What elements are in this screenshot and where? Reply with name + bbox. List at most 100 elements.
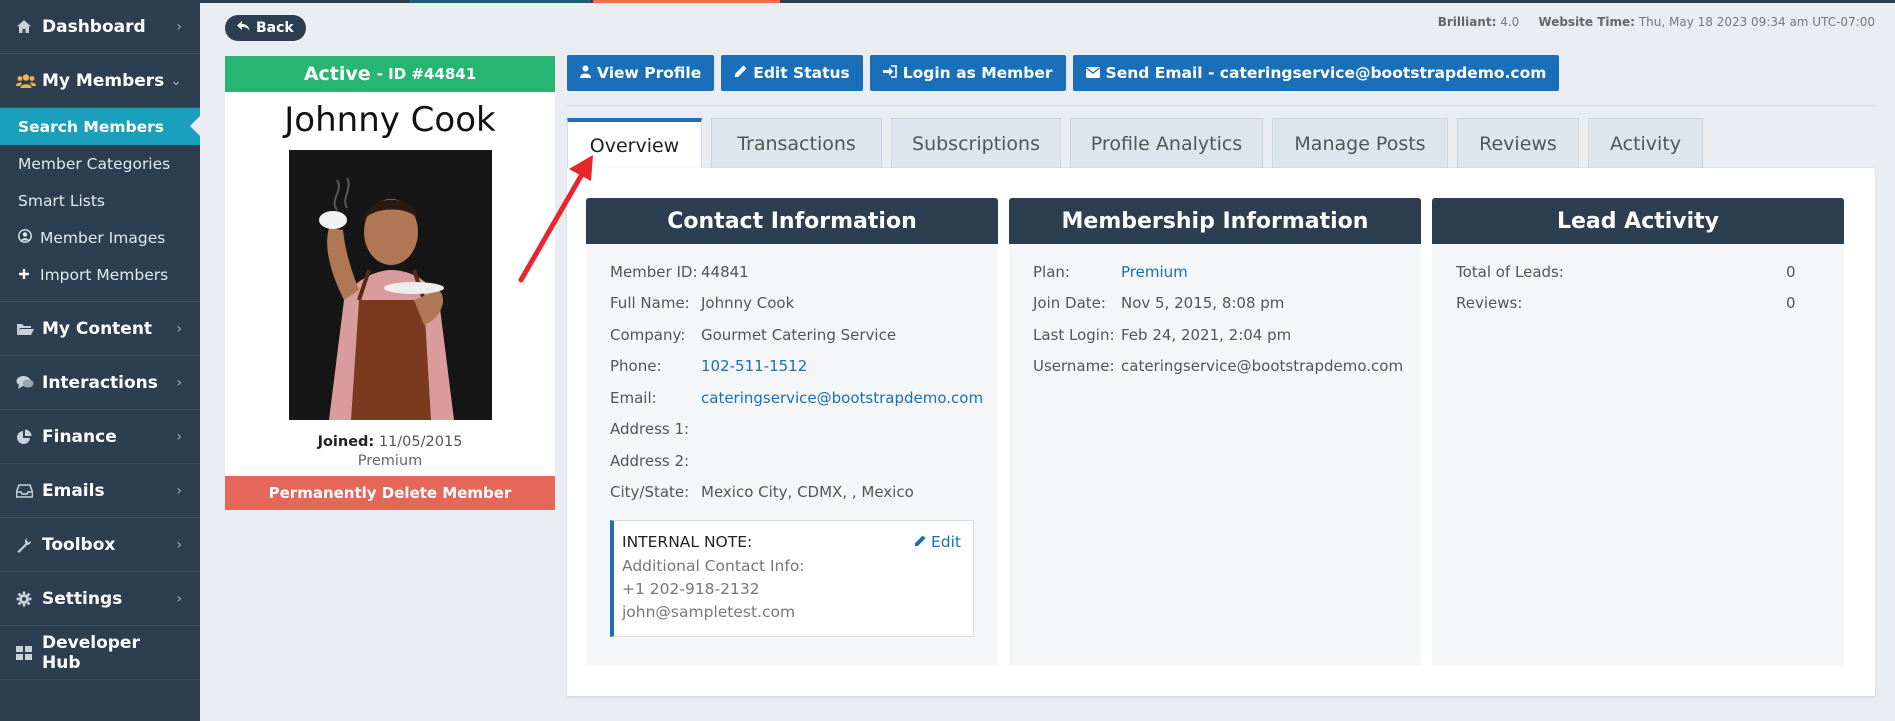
- folder-icon: [16, 322, 42, 336]
- sidebar-item-my-members[interactable]: My Members ⌄: [0, 54, 200, 108]
- phone-link[interactable]: 102-511-1512: [701, 357, 807, 375]
- info-row: Username: cateringservice@bootstrapdemo.c…: [1033, 351, 1403, 383]
- divider: [567, 105, 1875, 106]
- row-label: Full Name:: [610, 294, 690, 313]
- envelope-icon: [1085, 64, 1100, 82]
- sidebar-item-label: Finance: [42, 426, 117, 447]
- sidebar-item-label: Developer Hub: [42, 632, 140, 673]
- info-row: Plan: Premium: [1033, 256, 1397, 288]
- back-button[interactable]: Back: [225, 15, 306, 41]
- row-value: Mexico City, CDMX, , Mexico: [701, 483, 914, 502]
- joined-date: 11/05/2015: [378, 434, 463, 450]
- gear-icon: [16, 591, 42, 607]
- internal-note: INTERNAL NOTE: Edit Additional Contact I…: [610, 520, 974, 637]
- submenu-member-categories[interactable]: Member Categories: [0, 145, 200, 182]
- sidebar-item-settings[interactable]: Settings ›: [0, 572, 200, 626]
- sidebar-item-finance[interactable]: Finance ›: [0, 410, 200, 464]
- membership-information-card: Membership Information Plan: Premium Join…: [1009, 198, 1421, 665]
- row-value: Feb 24, 2021, 2:04 pm: [1121, 325, 1292, 344]
- joined-info: Joined: 11/05/2015: [225, 434, 555, 450]
- info-row: Last Login: Feb 24, 2021, 2:04 pm: [1033, 319, 1397, 351]
- delete-member-button[interactable]: Permanently Delete Member: [225, 476, 555, 510]
- version-label: Brilliant:: [1437, 15, 1497, 29]
- contact-information-card: Contact Information Member ID: 44841 Full…: [586, 198, 998, 665]
- member-actions: View Profile Edit Status Login as Member…: [567, 55, 1560, 91]
- edit-status-button[interactable]: Edit Status: [721, 55, 863, 91]
- pie-chart-icon: [16, 429, 42, 445]
- submenu-import-members[interactable]: Import Members: [0, 256, 200, 293]
- inbox-icon: [16, 483, 42, 498]
- row-label: Company:: [610, 325, 686, 344]
- sidebar-item-my-content[interactable]: My Content ›: [0, 302, 200, 356]
- chevron-right-icon: ›: [176, 374, 182, 391]
- button-label: Send Email - cateringservice@bootstrapde…: [1105, 64, 1547, 82]
- sidebar-item-emails[interactable]: Emails ›: [0, 464, 200, 518]
- edit-note-button[interactable]: Edit: [914, 533, 961, 551]
- version-value: 4.0: [1500, 15, 1520, 29]
- info-row: Join Date: Nov 5, 2015, 8:08 pm: [1033, 288, 1397, 320]
- note-title: INTERNAL NOTE:: [622, 533, 753, 551]
- user-icon: [580, 64, 591, 82]
- info-row: Phone: 102-511-1512: [610, 351, 974, 383]
- row-value: Nov 5, 2015, 8:08 pm: [1121, 294, 1285, 313]
- button-label: Login as Member: [902, 64, 1053, 82]
- member-id: - ID #44841: [376, 65, 477, 83]
- sidebar-item-interactions[interactable]: Interactions ›: [0, 356, 200, 410]
- plan-link[interactable]: Premium: [1121, 263, 1188, 281]
- login-as-member-button[interactable]: Login as Member: [869, 55, 1066, 91]
- submenu-label: Search Members: [18, 117, 164, 136]
- row-label: Email:: [610, 388, 657, 407]
- edit-label: Edit: [930, 533, 961, 551]
- sidebar-item-label: Toolbox: [42, 534, 116, 555]
- sidebar-item-label: Dashboard: [42, 16, 146, 37]
- website-time-value: Thu, May 18 2023 09:34 am UTC-07:00: [1638, 15, 1875, 29]
- tab-reviews[interactable]: Reviews: [1457, 118, 1579, 168]
- email-link[interactable]: cateringservice@bootstrapdemo.com: [701, 389, 983, 407]
- view-profile-button[interactable]: View Profile: [567, 55, 715, 91]
- info-row: City/State: Mexico City, CDMX, , Mexico: [610, 477, 974, 509]
- chevron-down-icon: ⌄: [170, 72, 182, 89]
- card-title: Lead Activity: [1432, 198, 1844, 244]
- status-banner: Active - ID #44841: [225, 56, 555, 92]
- submenu-label: Member Images: [40, 228, 166, 247]
- submenu-label: Member Categories: [18, 154, 171, 173]
- send-email-button[interactable]: Send Email - cateringservice@bootstrapde…: [1072, 55, 1560, 91]
- info-row: Member ID: 44841: [610, 256, 974, 288]
- status-text: Active: [303, 63, 371, 85]
- row-label: Member ID:: [610, 262, 698, 281]
- row-value: Gourmet Catering Service: [701, 325, 897, 344]
- row-label: Join Date:: [1033, 294, 1106, 313]
- tab-subscriptions[interactable]: Subscriptions: [891, 118, 1061, 168]
- sidebar-item-developer-hub[interactable]: Developer Hub: [0, 626, 200, 680]
- row-value: 44841: [701, 262, 749, 281]
- submenu-smart-lists[interactable]: Smart Lists: [0, 182, 200, 219]
- sidebar-item-dashboard[interactable]: Dashboard ›: [0, 0, 200, 54]
- info-row: Total of Leads: 0: [1456, 256, 1820, 288]
- chevron-right-icon: ›: [176, 590, 182, 607]
- row-value: 0: [1786, 294, 1796, 313]
- chevron-right-icon: ›: [176, 482, 182, 499]
- tab-activity[interactable]: Activity: [1588, 118, 1703, 168]
- joined-label: Joined:: [317, 434, 375, 450]
- top-loading-strip: [200, 0, 1895, 3]
- submenu-search-members[interactable]: Search Members: [0, 108, 200, 145]
- row-label: Username:: [1033, 357, 1115, 376]
- row-value: Johnny Cook: [701, 294, 795, 313]
- submenu-member-images[interactable]: Member Images: [0, 219, 200, 256]
- tab-manage-posts[interactable]: Manage Posts: [1272, 118, 1448, 168]
- home-icon: [16, 19, 42, 34]
- tab-transactions[interactable]: Transactions: [711, 118, 882, 168]
- chevron-right-icon: ›: [176, 18, 182, 35]
- info-row: Address 2:: [610, 445, 974, 477]
- chevron-right-icon: ›: [176, 536, 182, 553]
- annotation-arrow: [518, 155, 593, 283]
- sign-in-icon: [882, 64, 897, 82]
- wrench-icon: [16, 537, 42, 553]
- reply-arrow-icon: [237, 20, 250, 36]
- member-plan: Premium: [357, 453, 423, 469]
- row-label: Plan:: [1033, 262, 1070, 281]
- note-line: Additional Contact Info:: [622, 557, 805, 575]
- sidebar-item-toolbox[interactable]: Toolbox ›: [0, 518, 200, 572]
- info-row: Full Name: Johnny Cook: [610, 288, 974, 320]
- tab-profile-analytics[interactable]: Profile Analytics: [1070, 118, 1263, 168]
